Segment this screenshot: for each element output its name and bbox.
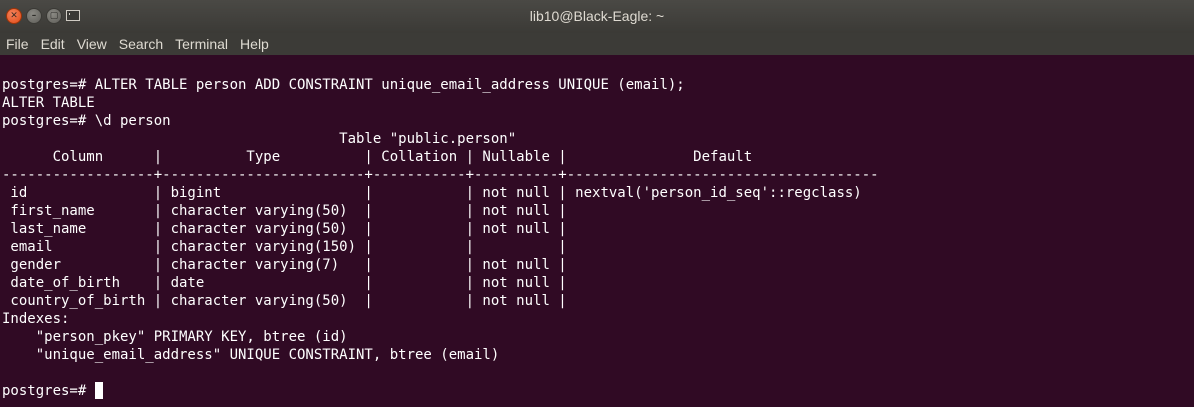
terminal-line: ------------------+---------------------… [2, 167, 879, 183]
text-cursor [94, 382, 103, 399]
terminal-line: gender | character varying(7) | | not nu… [2, 257, 567, 273]
menu-view[interactable]: View [77, 36, 107, 52]
terminal-line: Column | Type | Collation | Nullable | D… [2, 149, 753, 165]
terminal-line: email | character varying(150) | | | [2, 239, 567, 255]
prompt-line[interactable]: postgres=# [0, 382, 1194, 400]
menu-edit[interactable]: Edit [41, 36, 65, 52]
terminal-line: postgres=# ALTER TABLE person ADD CONSTR… [2, 77, 685, 93]
menu-help[interactable]: Help [240, 36, 269, 52]
window-title: lib10@Black-Eagle: ~ [529, 8, 665, 24]
terminal-line: id | bigint | | not null | nextval('pers… [2, 185, 862, 201]
terminal-window: lib10@Black-Eagle: ~ ✕ – ▢ File Edit Vie… [0, 0, 1194, 407]
menu-file[interactable]: File [6, 36, 29, 52]
terminal-app-icon [66, 10, 80, 21]
close-icon[interactable]: ✕ [6, 8, 22, 24]
menu-terminal[interactable]: Terminal [175, 36, 228, 52]
menu-search[interactable]: Search [119, 36, 163, 52]
menu-bar: File Edit View Search Terminal Help [0, 33, 1194, 55]
terminal-line: date_of_birth | date | | not null | [2, 275, 567, 291]
terminal-line: Indexes: [2, 311, 70, 327]
terminal-line: ALTER TABLE [2, 95, 95, 111]
prompt: postgres=# [2, 383, 95, 399]
minimize-icon[interactable]: – [26, 8, 42, 24]
terminal-line: country_of_birth | character varying(50)… [2, 293, 567, 309]
title-bar[interactable]: lib10@Black-Eagle: ~ ✕ – ▢ [0, 0, 1194, 33]
terminal-line: postgres=# \d person [2, 113, 171, 129]
terminal-line: "unique_email_address" UNIQUE CONSTRAINT… [2, 347, 500, 363]
terminal-line: Table "public.person" [2, 131, 517, 147]
terminal-line: last_name | character varying(50) | | no… [2, 221, 567, 237]
terminal-line: first_name | character varying(50) | | n… [2, 203, 567, 219]
terminal-output[interactable]: postgres=# ALTER TABLE person ADD CONSTR… [0, 55, 1194, 407]
window-controls: ✕ – ▢ [6, 8, 62, 24]
terminal-line: "person_pkey" PRIMARY KEY, btree (id) [2, 329, 348, 345]
maximize-icon[interactable]: ▢ [46, 8, 62, 24]
